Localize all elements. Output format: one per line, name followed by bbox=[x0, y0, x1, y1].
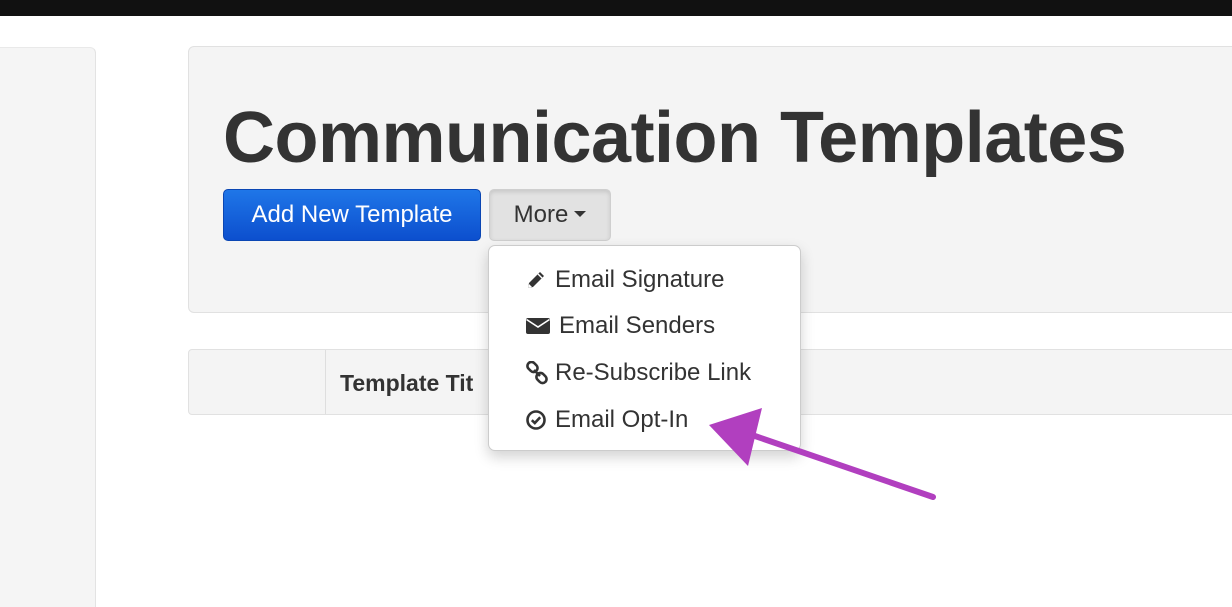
menu-item-email-signature[interactable]: Email Signature bbox=[525, 263, 724, 297]
menu-item-email-opt-in[interactable]: Email Opt-In bbox=[525, 403, 688, 437]
sidebar bbox=[0, 47, 96, 607]
caret-down-icon bbox=[574, 211, 587, 218]
page-title: Communication Templates bbox=[223, 98, 1127, 178]
menu-item-label: Re-Subscribe Link bbox=[555, 359, 752, 386]
pencil-icon bbox=[525, 267, 551, 293]
menu-item-label: Email Senders bbox=[559, 312, 716, 339]
more-dropdown-menu: Email Signature Email Senders Re-Subscri… bbox=[488, 245, 801, 451]
envelope-icon bbox=[525, 313, 555, 339]
menu-item-label: Email Opt-In bbox=[555, 406, 689, 433]
check-circle-icon bbox=[525, 407, 551, 433]
menu-item-label: Email Signature bbox=[555, 266, 725, 293]
menu-item-re-subscribe-link[interactable]: Re-Subscribe Link bbox=[525, 356, 751, 390]
column-header-template-title[interactable]: Template Tit bbox=[340, 367, 473, 399]
more-button-label: More bbox=[513, 201, 569, 228]
add-new-template-button[interactable]: Add New Template bbox=[223, 189, 481, 241]
top-bar bbox=[0, 0, 1232, 16]
link-icon bbox=[525, 360, 551, 386]
table-column-divider bbox=[325, 350, 326, 414]
more-dropdown-button[interactable]: More bbox=[489, 189, 611, 241]
menu-item-email-senders[interactable]: Email Senders bbox=[525, 309, 715, 343]
